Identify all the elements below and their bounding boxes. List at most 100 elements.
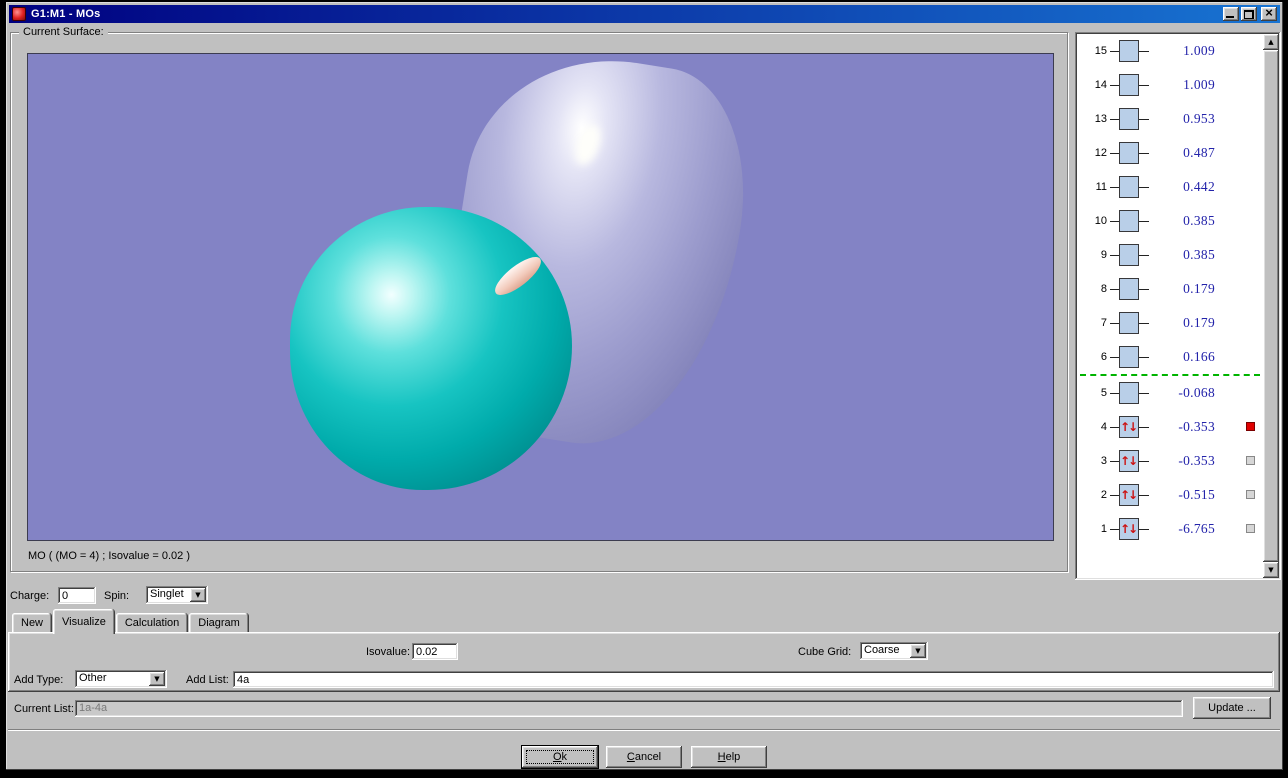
mo-occupancy-box[interactable]: [1119, 142, 1139, 164]
mo-row[interactable]: 9 0.385: [1077, 238, 1263, 272]
add-type-value: Other: [79, 672, 107, 684]
mo-occupancy-box[interactable]: [1119, 244, 1139, 266]
add-list-input[interactable]: [233, 671, 1274, 688]
tick-line: [1110, 118, 1119, 120]
tick-line: [1139, 288, 1149, 290]
tick-line: [1139, 460, 1149, 462]
mo-occupancy-box[interactable]: [1119, 74, 1139, 96]
mo-number: 4: [1100, 421, 1107, 433]
mo-row[interactable]: 3 ↑↓ -0.353: [1077, 444, 1263, 478]
spin-up-down-icon: ↑↓: [1119, 488, 1138, 502]
mo-selection-marker-gray[interactable]: [1246, 456, 1255, 465]
mo-row[interactable]: 10 0.385: [1077, 204, 1263, 238]
mo-row[interactable]: 4 ↑↓ -0.353: [1077, 410, 1263, 444]
mo-energy-value: 0.179: [1183, 281, 1215, 296]
ok-button-label: Ok: [552, 751, 568, 763]
tab-calculation[interactable]: Calculation: [115, 613, 189, 632]
mo-number: 13: [1094, 113, 1107, 125]
mo-occupancy-box[interactable]: ↑↓: [1119, 450, 1139, 472]
tick-line: [1139, 118, 1149, 120]
scrollbar-thumb[interactable]: [1263, 50, 1279, 562]
mo-3d-viewport[interactable]: [27, 53, 1054, 541]
tick-line: [1139, 152, 1149, 154]
ok-button[interactable]: Ok: [521, 745, 599, 769]
minimize-button[interactable]: [1223, 7, 1239, 21]
mo-energy-value: 0.385: [1183, 213, 1215, 228]
scroll-down-icon[interactable]: [1263, 562, 1279, 578]
charge-label: Charge:: [10, 590, 50, 602]
scroll-up-icon[interactable]: [1263, 34, 1279, 50]
mo-occupancy-box[interactable]: [1119, 108, 1139, 130]
mo-occupancy-box[interactable]: [1119, 346, 1139, 368]
mo-occupancy-box[interactable]: [1119, 278, 1139, 300]
mo-row[interactable]: 1 ↑↓ -6.765: [1077, 512, 1263, 546]
mo-row[interactable]: 13 0.953: [1077, 102, 1263, 136]
cancel-button[interactable]: Cancel: [606, 746, 682, 768]
help-button-label: Help: [717, 751, 741, 763]
restore-button[interactable]: [1241, 7, 1257, 21]
mo-row[interactable]: 5 -0.068: [1077, 376, 1263, 410]
tick-line: [1139, 50, 1149, 52]
mo-occupancy-box[interactable]: [1119, 210, 1139, 232]
close-button[interactable]: [1261, 7, 1277, 21]
mo-row[interactable]: 12 0.487: [1077, 136, 1263, 170]
mos-dialog-window: G1:M1 - MOs Current Surface: MO ( (MO = …: [6, 2, 1283, 770]
mo-occupancy-box[interactable]: ↑↓: [1119, 416, 1139, 438]
chevron-down-icon[interactable]: [149, 672, 165, 686]
tick-line: [1110, 322, 1119, 324]
mo-row[interactable]: 2 ↑↓ -0.515: [1077, 478, 1263, 512]
mo-selection-marker-red[interactable]: [1246, 422, 1255, 431]
app-icon[interactable]: [12, 7, 26, 21]
mo-occupancy-box[interactable]: [1119, 312, 1139, 334]
mo-occupancy-box[interactable]: [1119, 40, 1139, 62]
tick-line: [1110, 254, 1119, 256]
mo-energy-value: -6.765: [1178, 521, 1215, 536]
isovalue-input[interactable]: [412, 643, 458, 660]
mo-selection-marker-gray[interactable]: [1246, 524, 1255, 533]
mo-occupancy-box[interactable]: ↑↓: [1119, 518, 1139, 540]
help-button[interactable]: Help: [691, 746, 767, 768]
tick-line: [1110, 356, 1119, 358]
tab-new[interactable]: New: [12, 613, 53, 632]
mo-list[interactable]: 15 1.009 14 1.009 13 0.953 12 0.487 11 0.442 10 0.3…: [1075, 32, 1281, 580]
tick-line: [1110, 288, 1119, 290]
charge-input[interactable]: [58, 587, 96, 604]
mo-energy-value: -0.353: [1178, 453, 1215, 468]
mo-row[interactable]: 15 1.009: [1077, 34, 1263, 68]
tab-diagram[interactable]: Diagram: [189, 613, 249, 632]
update-button[interactable]: Update ...: [1193, 697, 1271, 719]
add-type-select[interactable]: Other: [75, 670, 167, 688]
mo-energy-value: 1.009: [1183, 77, 1215, 92]
tick-line: [1110, 220, 1119, 222]
mo-row[interactable]: 8 0.179: [1077, 272, 1263, 306]
mo-list-scrollbar[interactable]: [1263, 34, 1279, 578]
mo-energy-value: -0.068: [1178, 385, 1215, 400]
mo-occupancy-box[interactable]: [1119, 382, 1139, 404]
chevron-down-icon[interactable]: [190, 588, 206, 602]
tab-label: Diagram: [198, 616, 240, 629]
mo-number: 15: [1094, 45, 1107, 57]
cube-grid-label: Cube Grid:: [798, 646, 852, 658]
current-surface-label: Current Surface:: [19, 26, 108, 38]
tick-line: [1139, 220, 1149, 222]
mo-row[interactable]: 7 0.179: [1077, 306, 1263, 340]
tick-line: [1139, 494, 1149, 496]
cube-grid-select[interactable]: Coarse: [860, 642, 928, 660]
spin-select[interactable]: Singlet: [146, 586, 208, 604]
tick-line: [1139, 254, 1149, 256]
mo-number: 6: [1100, 351, 1107, 363]
chevron-down-icon[interactable]: [910, 644, 926, 658]
tab-visualize[interactable]: Visualize: [53, 609, 115, 634]
tab-label: Visualize: [62, 615, 106, 628]
mo-occupancy-box[interactable]: ↑↓: [1119, 484, 1139, 506]
mo-row[interactable]: 14 1.009: [1077, 68, 1263, 102]
tick-line: [1139, 322, 1149, 324]
mo-row[interactable]: 11 0.442: [1077, 170, 1263, 204]
mo-number: 8: [1100, 283, 1107, 295]
isovalue-label: Isovalue:: [366, 646, 411, 658]
mo-occupancy-box[interactable]: [1119, 176, 1139, 198]
mo-row[interactable]: 6 0.166: [1077, 340, 1263, 374]
separator: [8, 729, 1280, 731]
mo-selection-marker-gray[interactable]: [1246, 490, 1255, 499]
title-bar: G1:M1 - MOs: [9, 5, 1280, 23]
